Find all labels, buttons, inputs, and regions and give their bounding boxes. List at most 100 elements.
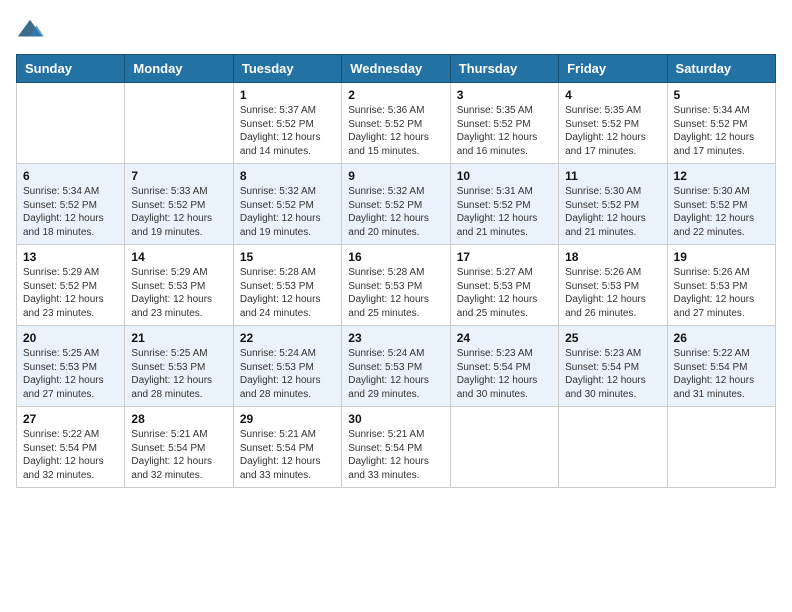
calendar-cell: 5 Sunrise: 5:34 AM Sunset: 5:52 PM Daylig…: [667, 83, 775, 164]
cell-info: Sunrise: 5:25 AM Sunset: 5:53 PM Dayligh…: [131, 347, 226, 401]
calendar-cell: 15 Sunrise: 5:28 AM Sunset: 5:53 PM Dayli…: [233, 245, 341, 326]
day-number: 8: [240, 169, 335, 183]
day-number: 9: [348, 169, 443, 183]
cell-info: Sunrise: 5:35 AM Sunset: 5:52 PM Dayligh…: [565, 104, 660, 158]
day-number: 4: [565, 88, 660, 102]
weekday-header: Thursday: [450, 55, 558, 83]
calendar-cell: 9 Sunrise: 5:32 AM Sunset: 5:52 PM Daylig…: [342, 164, 450, 245]
cell-info: Sunrise: 5:34 AM Sunset: 5:52 PM Dayligh…: [23, 185, 118, 239]
day-number: 7: [131, 169, 226, 183]
day-number: 26: [674, 331, 769, 345]
day-number: 10: [457, 169, 552, 183]
calendar-row: 13 Sunrise: 5:29 AM Sunset: 5:52 PM Dayli…: [17, 245, 776, 326]
calendar-cell: 17 Sunrise: 5:27 AM Sunset: 5:53 PM Dayli…: [450, 245, 558, 326]
day-number: 22: [240, 331, 335, 345]
weekday-header: Saturday: [667, 55, 775, 83]
weekday-header: Friday: [559, 55, 667, 83]
cell-info: Sunrise: 5:34 AM Sunset: 5:52 PM Dayligh…: [674, 104, 769, 158]
calendar-cell: 19 Sunrise: 5:26 AM Sunset: 5:53 PM Dayli…: [667, 245, 775, 326]
calendar-cell: 12 Sunrise: 5:30 AM Sunset: 5:52 PM Dayli…: [667, 164, 775, 245]
calendar-cell: 25Sunrise: 5:23 AM Sunset: 5:54 PM Dayli…: [559, 326, 667, 407]
day-number: 3: [457, 88, 552, 102]
cell-info: Sunrise: 5:24 AM Sunset: 5:53 PM Dayligh…: [348, 347, 443, 401]
weekday-row: SundayMondayTuesdayWednesdayThursdayFrid…: [17, 55, 776, 83]
calendar-cell: 20Sunrise: 5:25 AM Sunset: 5:53 PM Dayli…: [17, 326, 125, 407]
day-number: 25: [565, 331, 660, 345]
calendar-row: 1Sunrise: 5:37 AM Sunset: 5:52 PM Daylig…: [17, 83, 776, 164]
day-number: 21: [131, 331, 226, 345]
calendar-cell: 18Sunrise: 5:26 AM Sunset: 5:53 PM Dayli…: [559, 245, 667, 326]
calendar-cell: 22 Sunrise: 5:24 AM Sunset: 5:53 PM Dayli…: [233, 326, 341, 407]
calendar-cell: 30 Sunrise: 5:21 AM Sunset: 5:54 PM Dayli…: [342, 407, 450, 488]
logo: [16, 16, 48, 44]
cell-info: Sunrise: 5:21 AM Sunset: 5:54 PM Dayligh…: [240, 428, 335, 482]
calendar-cell: 21 Sunrise: 5:25 AM Sunset: 5:53 PM Dayli…: [125, 326, 233, 407]
day-number: 13: [23, 250, 118, 264]
cell-info: Sunrise: 5:32 AM Sunset: 5:52 PM Dayligh…: [240, 185, 335, 239]
calendar-header: SundayMondayTuesdayWednesdayThursdayFrid…: [17, 55, 776, 83]
cell-info: Sunrise: 5:31 AM Sunset: 5:52 PM Dayligh…: [457, 185, 552, 239]
day-number: 28: [131, 412, 226, 426]
day-number: 12: [674, 169, 769, 183]
calendar-cell: 8 Sunrise: 5:32 AM Sunset: 5:52 PM Daylig…: [233, 164, 341, 245]
cell-info: Sunrise: 5:29 AM Sunset: 5:53 PM Dayligh…: [131, 266, 226, 320]
cell-info: Sunrise: 5:24 AM Sunset: 5:53 PM Dayligh…: [240, 347, 335, 401]
calendar-cell: 23 Sunrise: 5:24 AM Sunset: 5:53 PM Dayli…: [342, 326, 450, 407]
cell-info: Sunrise: 5:30 AM Sunset: 5:52 PM Dayligh…: [674, 185, 769, 239]
day-number: 6: [23, 169, 118, 183]
calendar-cell: [125, 83, 233, 164]
cell-info: Sunrise: 5:23 AM Sunset: 5:54 PM Dayligh…: [457, 347, 552, 401]
weekday-header: Wednesday: [342, 55, 450, 83]
calendar-cell: [559, 407, 667, 488]
day-number: 5: [674, 88, 769, 102]
calendar-row: 6 Sunrise: 5:34 AM Sunset: 5:52 PM Daylig…: [17, 164, 776, 245]
logo-icon: [16, 16, 44, 44]
day-number: 11: [565, 169, 660, 183]
calendar-cell: 27Sunrise: 5:22 AM Sunset: 5:54 PM Dayli…: [17, 407, 125, 488]
calendar-cell: 28 Sunrise: 5:21 AM Sunset: 5:54 PM Dayli…: [125, 407, 233, 488]
calendar-cell: 10 Sunrise: 5:31 AM Sunset: 5:52 PM Dayli…: [450, 164, 558, 245]
day-number: 19: [674, 250, 769, 264]
calendar-cell: 29Sunrise: 5:21 AM Sunset: 5:54 PM Dayli…: [233, 407, 341, 488]
day-number: 27: [23, 412, 118, 426]
page-header: [16, 16, 776, 44]
cell-info: Sunrise: 5:28 AM Sunset: 5:53 PM Dayligh…: [348, 266, 443, 320]
cell-info: Sunrise: 5:28 AM Sunset: 5:53 PM Dayligh…: [240, 266, 335, 320]
day-number: 14: [131, 250, 226, 264]
calendar-cell: 14 Sunrise: 5:29 AM Sunset: 5:53 PM Dayli…: [125, 245, 233, 326]
calendar-cell: 7Sunrise: 5:33 AM Sunset: 5:52 PM Daylig…: [125, 164, 233, 245]
calendar-cell: 6 Sunrise: 5:34 AM Sunset: 5:52 PM Daylig…: [17, 164, 125, 245]
cell-info: Sunrise: 5:32 AM Sunset: 5:52 PM Dayligh…: [348, 185, 443, 239]
calendar-cell: 3 Sunrise: 5:35 AM Sunset: 5:52 PM Daylig…: [450, 83, 558, 164]
cell-info: Sunrise: 5:36 AM Sunset: 5:52 PM Dayligh…: [348, 104, 443, 158]
cell-info: Sunrise: 5:25 AM Sunset: 5:53 PM Dayligh…: [23, 347, 118, 401]
cell-info: Sunrise: 5:37 AM Sunset: 5:52 PM Dayligh…: [240, 104, 335, 158]
calendar-body: 1Sunrise: 5:37 AM Sunset: 5:52 PM Daylig…: [17, 83, 776, 488]
cell-info: Sunrise: 5:21 AM Sunset: 5:54 PM Dayligh…: [131, 428, 226, 482]
calendar-row: 20Sunrise: 5:25 AM Sunset: 5:53 PM Dayli…: [17, 326, 776, 407]
weekday-header: Monday: [125, 55, 233, 83]
weekday-header: Tuesday: [233, 55, 341, 83]
calendar-cell: 24 Sunrise: 5:23 AM Sunset: 5:54 PM Dayli…: [450, 326, 558, 407]
calendar-cell: [17, 83, 125, 164]
cell-info: Sunrise: 5:21 AM Sunset: 5:54 PM Dayligh…: [348, 428, 443, 482]
cell-info: Sunrise: 5:27 AM Sunset: 5:53 PM Dayligh…: [457, 266, 552, 320]
day-number: 30: [348, 412, 443, 426]
calendar-cell: 13 Sunrise: 5:29 AM Sunset: 5:52 PM Dayli…: [17, 245, 125, 326]
day-number: 17: [457, 250, 552, 264]
cell-info: Sunrise: 5:22 AM Sunset: 5:54 PM Dayligh…: [674, 347, 769, 401]
cell-info: Sunrise: 5:30 AM Sunset: 5:52 PM Dayligh…: [565, 185, 660, 239]
cell-info: Sunrise: 5:29 AM Sunset: 5:52 PM Dayligh…: [23, 266, 118, 320]
calendar-cell: 4 Sunrise: 5:35 AM Sunset: 5:52 PM Daylig…: [559, 83, 667, 164]
day-number: 24: [457, 331, 552, 345]
cell-info: Sunrise: 5:26 AM Sunset: 5:53 PM Dayligh…: [674, 266, 769, 320]
cell-info: Sunrise: 5:26 AM Sunset: 5:53 PM Dayligh…: [565, 266, 660, 320]
cell-info: Sunrise: 5:35 AM Sunset: 5:52 PM Dayligh…: [457, 104, 552, 158]
calendar-cell: [667, 407, 775, 488]
calendar-cell: 2 Sunrise: 5:36 AM Sunset: 5:52 PM Daylig…: [342, 83, 450, 164]
day-number: 15: [240, 250, 335, 264]
day-number: 23: [348, 331, 443, 345]
calendar-cell: [450, 407, 558, 488]
calendar-row: 27Sunrise: 5:22 AM Sunset: 5:54 PM Dayli…: [17, 407, 776, 488]
day-number: 2: [348, 88, 443, 102]
